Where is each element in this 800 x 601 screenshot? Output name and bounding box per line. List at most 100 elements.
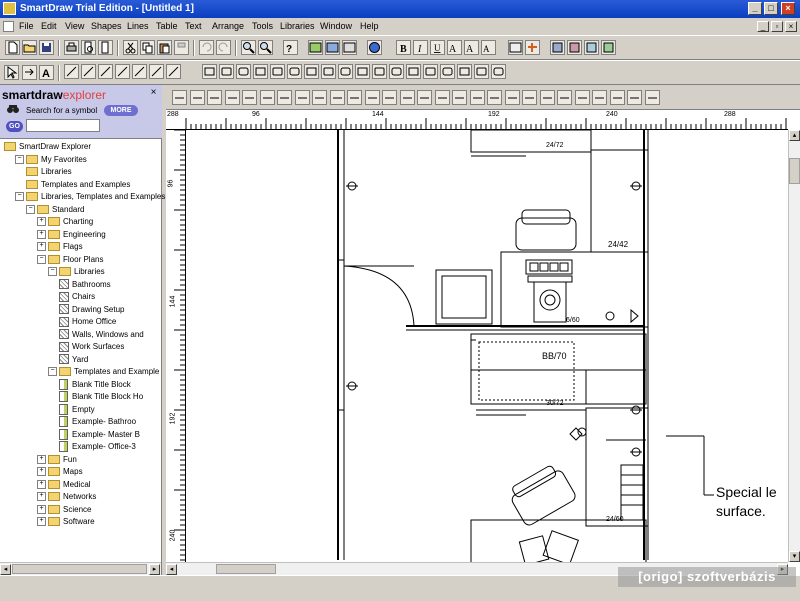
scroll-left-icon[interactable]: ◂: [0, 564, 11, 575]
tree-item[interactable]: Templates and Examples: [26, 179, 130, 191]
underline-icon[interactable]: U: [430, 40, 445, 55]
callout-text-line1[interactable]: Special le: [716, 484, 777, 500]
connector-tool-icon[interactable]: [132, 64, 147, 79]
line-style-icon[interactable]: [522, 90, 537, 105]
spell-check-icon[interactable]: [98, 40, 113, 55]
collapse-icon[interactable]: −: [48, 267, 57, 277]
tree-item[interactable]: Yard: [59, 354, 88, 366]
line-style-icon[interactable]: [172, 90, 187, 105]
tree-item[interactable]: Example- Bathroo: [59, 416, 136, 428]
globe-icon[interactable]: [367, 40, 382, 55]
circle-shape-icon[interactable]: [406, 64, 421, 79]
tree-item[interactable]: − Standard: [26, 204, 84, 216]
line-style-icon[interactable]: [364, 90, 380, 105]
zoom-out-icon[interactable]: [258, 40, 273, 55]
tree-item[interactable]: Blank Title Block: [59, 378, 131, 391]
expand-icon[interactable]: +: [37, 517, 46, 527]
format-painter-icon[interactable]: [174, 40, 189, 55]
dimension-tool-icon[interactable]: [149, 64, 164, 79]
more-button[interactable]: MORE: [104, 105, 138, 116]
expand-icon[interactable]: +: [37, 454, 46, 464]
redo-icon[interactable]: [216, 40, 231, 55]
text-tool-icon[interactable]: A: [39, 65, 54, 80]
line-style-icon[interactable]: [207, 90, 222, 105]
tree-item[interactable]: Example- Master B: [59, 428, 140, 441]
menu-shapes[interactable]: Shapes: [91, 21, 122, 31]
line-tool-icon[interactable]: [64, 64, 79, 79]
line-style-icon[interactable]: [469, 90, 485, 105]
new-icon[interactable]: [5, 40, 20, 55]
shield-shape-icon[interactable]: [457, 64, 472, 79]
line-style-icon[interactable]: [557, 90, 572, 105]
line-style-icon[interactable]: [644, 90, 660, 105]
symbol-search-input[interactable]: [26, 119, 100, 132]
connector-icon[interactable]: [525, 40, 540, 55]
cut-icon[interactable]: [123, 40, 138, 55]
tree-item[interactable]: + Engineering: [37, 229, 106, 241]
scroll-right-icon[interactable]: ▸: [149, 564, 160, 575]
bold-icon[interactable]: B: [396, 40, 411, 55]
triangle-shape-icon[interactable]: [355, 64, 370, 79]
minimize-button[interactable]: _: [748, 2, 762, 15]
menu-window[interactable]: Window: [320, 21, 352, 31]
mdi-restore-button[interactable]: ▫: [771, 21, 783, 32]
share-icon[interactable]: [567, 40, 582, 55]
collapse-icon[interactable]: −: [15, 154, 24, 164]
expand-icon[interactable]: +: [37, 504, 46, 514]
expand-icon[interactable]: +: [37, 217, 46, 227]
font-size-icon[interactable]: A: [447, 40, 462, 55]
line-style-icon[interactable]: [434, 90, 450, 105]
oval-shape-icon[interactable]: [423, 64, 438, 79]
tree-item[interactable]: Empty: [59, 403, 95, 416]
copy-icon[interactable]: [140, 40, 155, 55]
arc-tool-icon[interactable]: [98, 64, 113, 79]
tree-item[interactable]: + Networks: [37, 491, 96, 503]
circle2-shape-icon[interactable]: [440, 64, 455, 79]
drawing-canvas[interactable]: 24/72 24/42 BB/70 30/72 24/60 6/60 Speci…: [166, 110, 800, 575]
line-style-icon[interactable]: [347, 90, 362, 105]
line-style-icon[interactable]: [189, 90, 205, 105]
parallelogram-shape-icon[interactable]: [253, 64, 268, 79]
arrow-shape-icon[interactable]: [338, 64, 353, 79]
tree-item[interactable]: Home Office: [59, 316, 116, 328]
menu-libraries[interactable]: Libraries: [280, 21, 315, 31]
organize-icon[interactable]: [550, 40, 565, 55]
menu-edit[interactable]: Edit: [41, 21, 57, 31]
curve-tool-icon[interactable]: [81, 64, 96, 79]
tree-item[interactable]: + Charting: [37, 216, 93, 228]
menu-text[interactable]: Text: [185, 21, 202, 31]
line-style-icon[interactable]: [627, 90, 642, 105]
print-preview-icon[interactable]: [81, 40, 96, 55]
zoom-in-icon[interactable]: [241, 40, 256, 55]
mdi-minimize-button[interactable]: _: [757, 21, 769, 32]
explorer-close-icon[interactable]: ×: [148, 88, 159, 99]
print-icon[interactable]: [64, 40, 79, 55]
tree-item[interactable]: + Medical: [37, 479, 91, 491]
oval2-shape-icon[interactable]: [491, 64, 506, 79]
rect2-shape-icon[interactable]: [287, 64, 302, 79]
tree-item[interactable]: Libraries: [26, 166, 72, 178]
tree-item[interactable]: + Fun: [37, 454, 77, 466]
tree-item[interactable]: − Libraries, Templates and Examples: [15, 191, 165, 203]
line-style-icon[interactable]: [452, 90, 467, 105]
tree-item[interactable]: − My Favorites: [15, 154, 87, 166]
tree-item[interactable]: − Libraries: [48, 266, 105, 278]
collapse-icon[interactable]: −: [37, 254, 46, 264]
elbow-tool-icon[interactable]: [115, 64, 130, 79]
tree-item[interactable]: Work Surfaces: [59, 341, 124, 353]
menu-lines[interactable]: Lines: [127, 21, 149, 31]
line-style-icon[interactable]: [487, 90, 502, 105]
rect3-shape-icon[interactable]: [474, 64, 489, 79]
line-style-icon[interactable]: [504, 90, 520, 105]
hexagon-shape-icon[interactable]: [389, 64, 404, 79]
text-style-icon[interactable]: A: [481, 40, 496, 55]
expand-icon[interactable]: +: [37, 467, 46, 477]
tree-item[interactable]: Chairs: [59, 291, 95, 303]
line-style-icon[interactable]: [609, 90, 625, 105]
pentagon-shape-icon[interactable]: [321, 64, 336, 79]
tree-item[interactable]: + Science: [37, 504, 91, 516]
insert-table-icon[interactable]: [342, 40, 357, 55]
ellipse-shape-icon[interactable]: [236, 64, 251, 79]
tree-item[interactable]: Blank Title Block Ho: [59, 391, 143, 403]
tree-item[interactable]: Drawing Setup: [59, 304, 124, 316]
